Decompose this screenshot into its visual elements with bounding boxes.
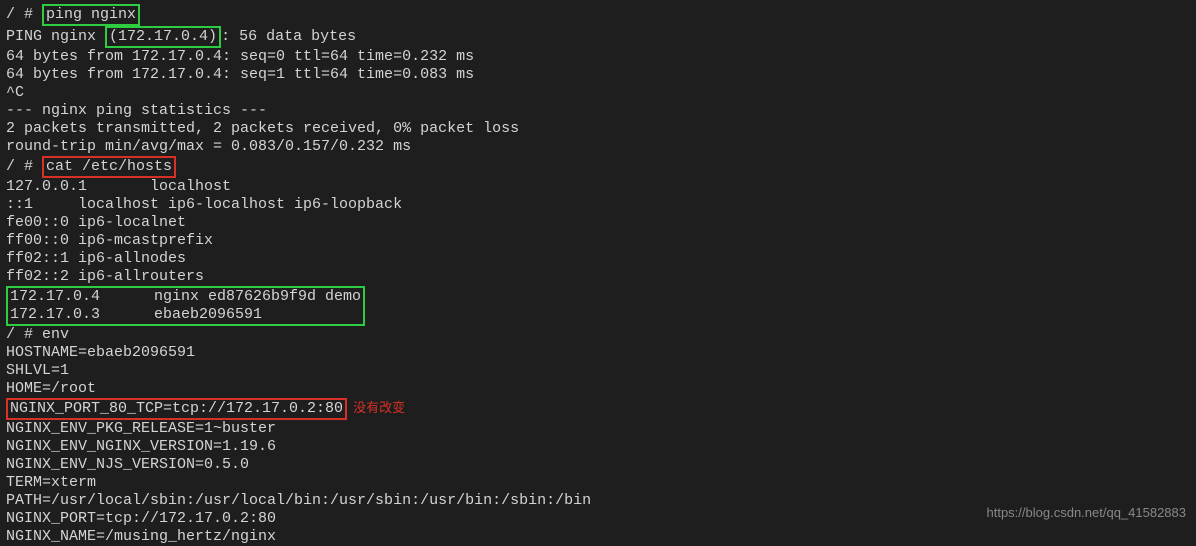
shell-prompt: / # — [6, 158, 42, 175]
annotation-no-change: 没有改变 — [353, 400, 405, 415]
ping-reply-1: 64 bytes from 172.17.0.4: seq=0 ttl=64 t… — [6, 48, 1190, 66]
hosts-entry: ff02::2 ip6-allrouters — [6, 268, 1190, 286]
env-home: HOME=/root — [6, 380, 1190, 398]
env-hostname: HOSTNAME=ebaeb2096591 — [6, 344, 1190, 362]
env-nginx-port-line: NGINX_PORT_80_TCP=tcp://172.17.0.2:80 没有改… — [6, 398, 1190, 420]
env-nginx-version: NGINX_ENV_NGINX_VERSION=1.19.6 — [6, 438, 1190, 456]
ping-stats-packets: 2 packets transmitted, 2 packets receive… — [6, 120, 1190, 138]
hosts-entry-nginx: 172.17.0.4 nginx ed87626b9f9d demo — [10, 288, 361, 306]
hosts-entry: 127.0.0.1 localhost — [6, 178, 1190, 196]
hosts-entry: ff02::1 ip6-allnodes — [6, 250, 1190, 268]
ping-stats-rtt: round-trip min/avg/max = 0.083/0.157/0.2… — [6, 138, 1190, 156]
cmd-line-ping: / # ping nginx — [6, 4, 1190, 26]
terminal-output: / # ping nginx PING nginx (172.17.0.4): … — [6, 4, 1190, 546]
watermark-text: https://blog.csdn.net/qq_41582883 — [987, 505, 1187, 521]
cmd-line-env: / # env — [6, 326, 1190, 344]
hosts-entry: fe00::0 ip6-localnet — [6, 214, 1190, 232]
ping-ip-highlighted: (172.17.0.4) — [105, 26, 221, 48]
ping-stats-header: --- nginx ping statistics --- — [6, 102, 1190, 120]
env-shlvl: SHLVL=1 — [6, 362, 1190, 380]
command-ping-highlighted: ping nginx — [42, 4, 140, 26]
env-nginx-port-highlighted: NGINX_PORT_80_TCP=tcp://172.17.0.2:80 — [6, 398, 347, 420]
env-term: TERM=xterm — [6, 474, 1190, 492]
hosts-entry: ff00::0 ip6-mcastprefix — [6, 232, 1190, 250]
hosts-entry: ::1 localhost ip6-localhost ip6-loopback — [6, 196, 1190, 214]
cmd-line-cat: / # cat /etc/hosts — [6, 156, 1190, 178]
hosts-entry-self: 172.17.0.3 ebaeb2096591 — [10, 306, 361, 324]
ping-reply-2: 64 bytes from 172.17.0.4: seq=1 ttl=64 t… — [6, 66, 1190, 84]
command-cat-highlighted: cat /etc/hosts — [42, 156, 176, 178]
env-nginx-name: NGINX_NAME=/musing_hertz/nginx — [6, 528, 1190, 546]
shell-prompt: / # — [6, 6, 42, 23]
hosts-container-highlighted: 172.17.0.4 nginx ed87626b9f9d demo172.17… — [6, 286, 365, 326]
ping-header: PING nginx (172.17.0.4): 56 data bytes — [6, 26, 1190, 48]
env-pkg-release: NGINX_ENV_PKG_RELEASE=1~buster — [6, 420, 1190, 438]
env-njs-version: NGINX_ENV_NJS_VERSION=0.5.0 — [6, 456, 1190, 474]
interrupt-signal: ^C — [6, 84, 1190, 102]
